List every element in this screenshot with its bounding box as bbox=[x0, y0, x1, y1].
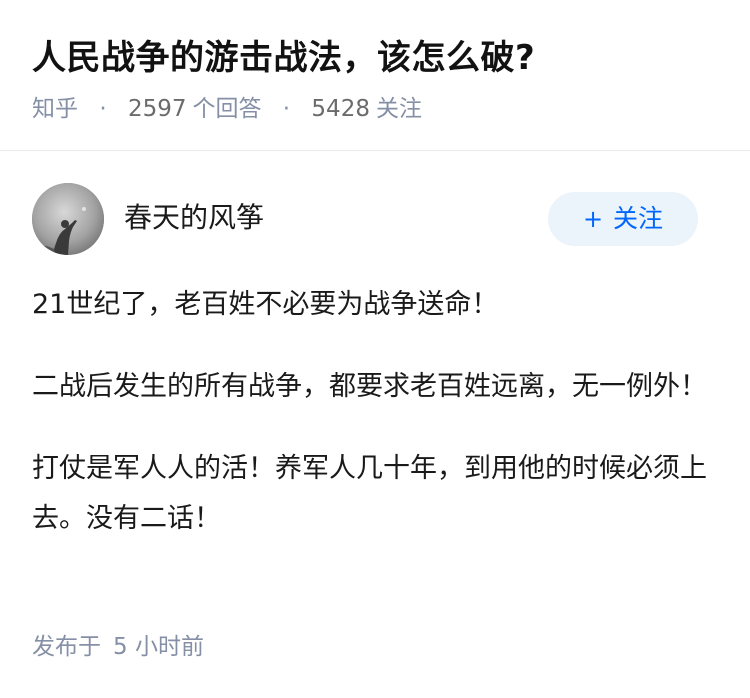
answer-count[interactable]: 2597 bbox=[128, 96, 187, 122]
plus-icon: + bbox=[582, 205, 604, 233]
source-label[interactable]: 知乎 bbox=[32, 96, 78, 122]
question-header: 人民战争的游击战法，该怎么破? 知乎 · 2597 个回答 · 5428 关注 bbox=[0, 0, 750, 151]
question-title[interactable]: 人民战争的游击战法，该怎么破? bbox=[32, 34, 535, 82]
publish-time-value: 5 小时前 bbox=[113, 634, 204, 660]
question-meta: 知乎 · 2597 个回答 · 5428 关注 bbox=[32, 93, 422, 125]
answer-paragraph: 打仗是军人人的活！养军人几十年，到用他的时候必须上去。没有二话！ bbox=[32, 453, 707, 534]
avatar[interactable] bbox=[32, 183, 104, 255]
answer-paragraph: 二战后发生的所有战争，都要求老百姓远离，无一例外！ bbox=[32, 371, 707, 402]
answer-count-label[interactable]: 个回答 bbox=[192, 96, 261, 122]
author-name[interactable]: 春天的风筝 bbox=[124, 200, 264, 236]
follow-button-label: 关注 bbox=[613, 204, 664, 233]
publish-time: 发布于 5 小时前 bbox=[32, 630, 204, 664]
follower-count-label[interactable]: 关注 bbox=[376, 96, 422, 122]
user-avatar-photo-icon bbox=[32, 183, 104, 255]
follower-count[interactable]: 5428 bbox=[311, 96, 370, 122]
answer-paragraph: 21世纪了，老百姓不必要为战争送命！ bbox=[32, 289, 499, 320]
follow-button[interactable]: + 关注 bbox=[548, 192, 698, 246]
author-row: 春天的风筝 + 关注 bbox=[0, 183, 750, 259]
answer-body: 21世纪了，老百姓不必要为战争送命！ 二战后发生的所有战争，都要求老百姓远离，无… bbox=[32, 280, 712, 544]
meta-separator: · bbox=[99, 96, 107, 122]
publish-label: 发布于 bbox=[32, 634, 101, 660]
meta-separator: · bbox=[282, 96, 291, 122]
